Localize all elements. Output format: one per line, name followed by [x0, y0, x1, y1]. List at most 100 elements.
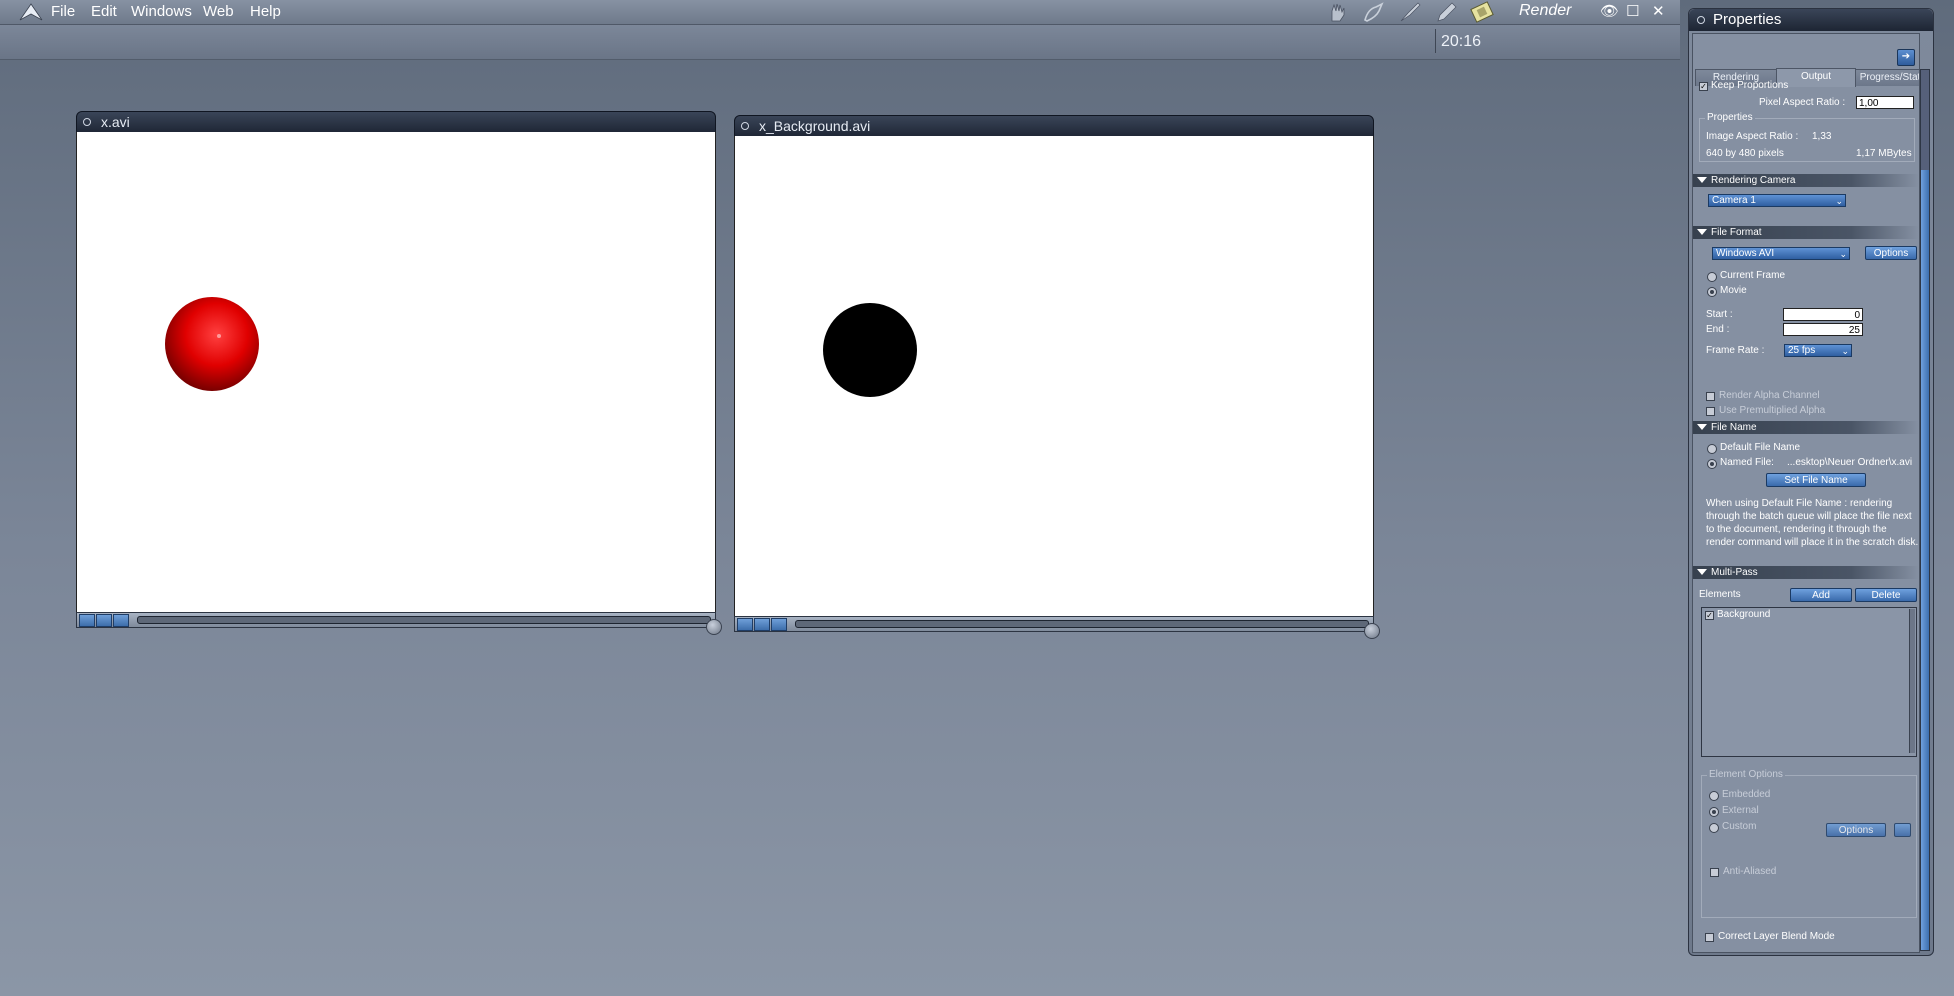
pencil-icon[interactable]: [1434, 1, 1458, 23]
frame-rate-select[interactable]: 25 fps ⌄: [1784, 344, 1852, 357]
end-frame-field[interactable]: 25: [1783, 323, 1863, 336]
brush-icon[interactable]: [1398, 1, 1422, 23]
named-file-label: Named File:: [1720, 457, 1774, 468]
mode-label: Render: [1519, 2, 1572, 19]
section-file-format[interactable]: File Format: [1693, 226, 1919, 239]
stop-button[interactable]: [96, 614, 112, 627]
file-format-select[interactable]: Windows AVI ⌄: [1712, 247, 1850, 260]
resize-handle[interactable]: [706, 619, 722, 635]
embedded-label: Embedded: [1722, 789, 1771, 800]
menu-web[interactable]: Web: [203, 3, 234, 20]
palette-scroll-thumb[interactable]: [1921, 170, 1929, 950]
chevron-down-icon: ⌄: [1835, 196, 1843, 206]
play-button[interactable]: [737, 618, 753, 631]
start-frame-field[interactable]: 0: [1783, 308, 1863, 321]
elements-list[interactable]: ✓ Background: [1701, 607, 1917, 757]
delete-element-button[interactable]: Delete: [1855, 588, 1917, 602]
tab-progress[interactable]: Progress/Statist: [1855, 69, 1919, 86]
window-close-dot-icon[interactable]: [741, 122, 749, 130]
movie-radio[interactable]: [1707, 287, 1717, 297]
named-file-radio[interactable]: [1707, 459, 1717, 469]
list-scrollbar[interactable]: [1909, 609, 1915, 753]
default-file-name-radio[interactable]: [1707, 444, 1717, 454]
menubar: File Edit Windows Web Help Render 👁 ☐ ✕: [0, 0, 1680, 25]
loop-button[interactable]: [113, 614, 129, 627]
movie-title-bar[interactable]: x.avi: [76, 111, 716, 133]
palette-menu-arrow-icon[interactable]: ➔: [1897, 49, 1915, 66]
element-extra-button[interactable]: [1894, 823, 1911, 837]
close-icon[interactable]: ✕: [1652, 2, 1665, 20]
chevron-down-icon: ⌄: [1839, 249, 1847, 259]
premultiplied-alpha-label: Use Premultiplied Alpha: [1719, 405, 1826, 416]
section-multi-pass[interactable]: Multi-Pass: [1693, 566, 1919, 579]
chevron-down-icon: ⌄: [1841, 346, 1849, 356]
film-icon[interactable]: [1470, 1, 1494, 23]
menu-edit[interactable]: Edit: [91, 3, 117, 20]
status-bar: 20:16: [0, 25, 1680, 60]
app-logo-icon[interactable]: [18, 2, 44, 22]
movie-title-bar[interactable]: x_Background.avi: [734, 115, 1374, 137]
movie-label: Movie: [1720, 285, 1747, 296]
resize-handle[interactable]: [1364, 623, 1380, 639]
palette-title-bar[interactable]: Properties: [1689, 9, 1933, 31]
anti-aliased-label: Anti-Aliased: [1723, 866, 1777, 877]
pixel-dimensions: 640 by 480 pixels: [1706, 148, 1784, 159]
file-format-options-button[interactable]: Options: [1865, 246, 1917, 260]
stop-button[interactable]: [754, 618, 770, 631]
red-sphere: [165, 297, 259, 391]
named-file-path: ...esktop\Neuer Ordner\x.avi: [1787, 457, 1913, 468]
timeline-slider[interactable]: [137, 616, 711, 624]
menu-help[interactable]: Help: [250, 3, 281, 20]
pixel-aspect-label: Pixel Aspect Ratio :: [1759, 97, 1846, 108]
element-options-button[interactable]: Options: [1826, 823, 1886, 837]
current-frame-radio[interactable]: [1707, 272, 1717, 282]
status-separator: [1435, 29, 1436, 53]
add-element-button[interactable]: Add: [1790, 588, 1852, 602]
pixel-aspect-field[interactable]: 1,00: [1856, 96, 1914, 109]
eye-icon[interactable]: 👁: [1600, 2, 1619, 20]
list-item[interactable]: Background: [1717, 609, 1770, 620]
properties-group-label: Properties: [1705, 112, 1755, 123]
maximize-icon[interactable]: ☐: [1626, 2, 1639, 20]
movie-window-x[interactable]: x.avi: [76, 111, 722, 635]
palette-close-dot-icon[interactable]: [1697, 16, 1705, 24]
file-name-note-line: through the batch queue will place the f…: [1706, 511, 1912, 522]
external-radio[interactable]: [1709, 807, 1719, 817]
pen-tool-icon[interactable]: [1362, 1, 1386, 23]
play-button[interactable]: [79, 614, 95, 627]
timeline-slider[interactable]: [795, 620, 1369, 628]
frame-rate-label: Frame Rate :: [1706, 345, 1765, 356]
keep-proportions-label: Keep Proportions: [1711, 80, 1789, 91]
correct-blend-checkbox[interactable]: [1705, 933, 1714, 942]
element-options-label: Element Options: [1707, 769, 1785, 780]
premultiplied-alpha-checkbox[interactable]: [1706, 407, 1715, 416]
render-alpha-checkbox[interactable]: [1706, 392, 1715, 401]
render-alpha-label: Render Alpha Channel: [1719, 390, 1820, 401]
anti-aliased-checkbox[interactable]: [1710, 868, 1719, 877]
section-rendering-camera[interactable]: Rendering Camera: [1693, 174, 1919, 187]
file-name-note-line: to the document, rendering it through th…: [1706, 524, 1887, 535]
menu-file[interactable]: File: [51, 3, 75, 20]
custom-radio[interactable]: [1709, 823, 1719, 833]
image-aspect-value: 1,33: [1812, 131, 1832, 142]
window-close-dot-icon[interactable]: [83, 118, 91, 126]
external-label: External: [1722, 805, 1759, 816]
file-size-estimate: 1,17 MBytes: [1856, 148, 1912, 159]
set-file-name-button[interactable]: Set File Name: [1766, 473, 1866, 487]
clock-display: 20:16: [1441, 33, 1482, 50]
camera-select[interactable]: Camera 1 ⌄: [1708, 194, 1846, 207]
menu-windows[interactable]: Windows: [131, 3, 192, 20]
palette-scrollbar[interactable]: [1920, 69, 1930, 951]
hand-icon[interactable]: [1326, 1, 1350, 23]
movie-window-x-background[interactable]: x_Background.avi: [734, 115, 1380, 639]
embedded-radio[interactable]: [1709, 791, 1719, 801]
loop-button[interactable]: [771, 618, 787, 631]
elements-label: Elements: [1699, 589, 1741, 600]
black-sphere-matte: [823, 303, 917, 397]
movie-title: x.avi: [101, 114, 130, 130]
background-element-checkbox[interactable]: ✓: [1705, 611, 1714, 620]
keep-proportions-checkbox[interactable]: ✓: [1699, 82, 1708, 91]
movie-canvas: [734, 136, 1374, 616]
section-file-name[interactable]: File Name: [1693, 421, 1919, 434]
current-frame-label: Current Frame: [1720, 270, 1786, 281]
